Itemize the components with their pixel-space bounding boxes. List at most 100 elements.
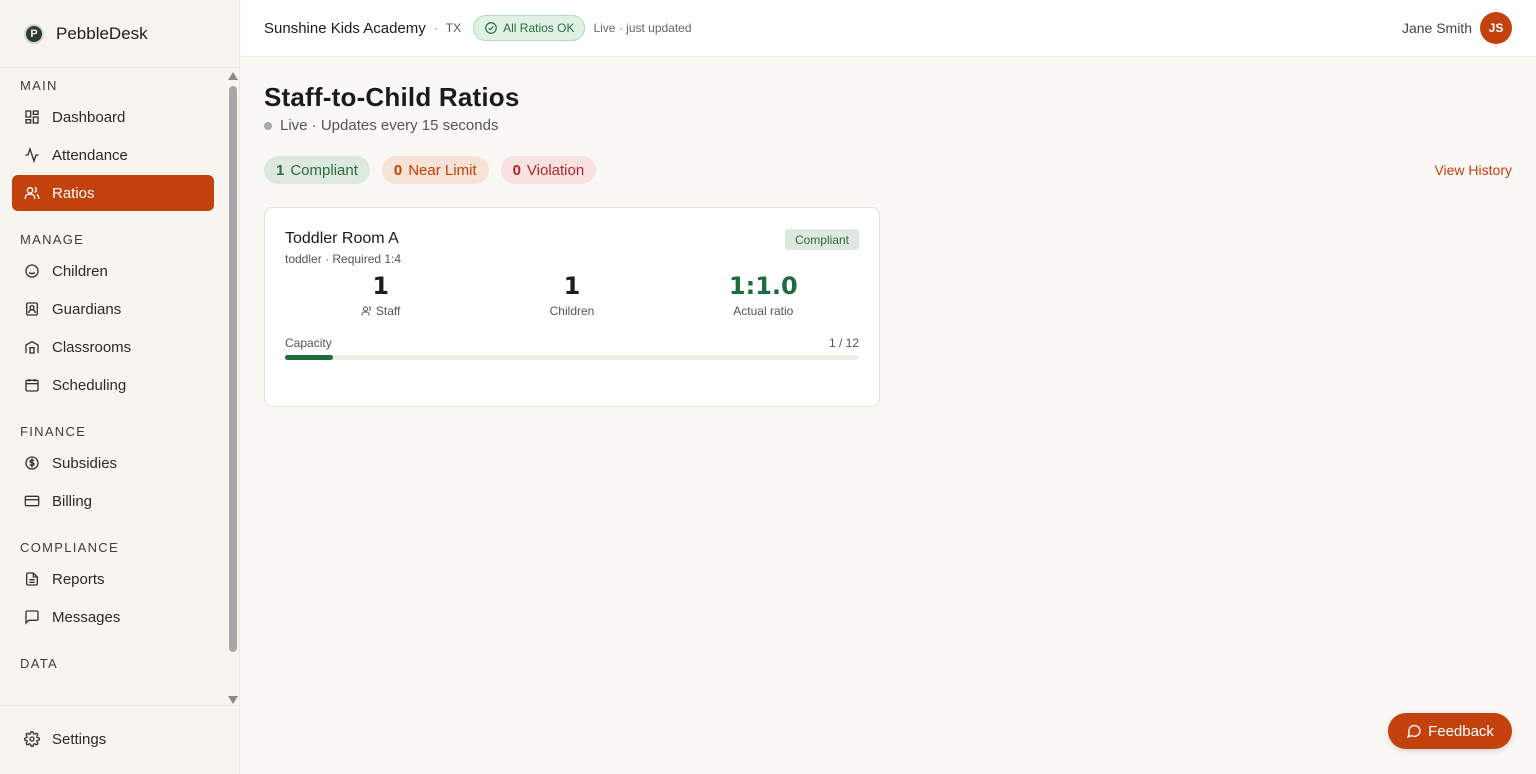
room-card[interactable]: Toddler Room A toddler · Required 1:4 Co…: [264, 207, 880, 407]
view-history-link[interactable]: View History: [1434, 162, 1512, 178]
sidebar-item-label: Subsidies: [52, 454, 118, 472]
sidebar: P PebbleDesk MAIN Dashboard Attendance R…: [0, 0, 240, 774]
actual-ratio: 1:1.0: [728, 272, 798, 300]
sidebar-item-label: Children: [52, 262, 108, 280]
sidebar-item-scheduling[interactable]: Scheduling: [12, 367, 214, 403]
room-subtitle: toddler · Required 1:4: [285, 252, 402, 266]
sidebar-item-label: Ratios: [52, 184, 95, 202]
gear-icon: [24, 731, 40, 747]
children-stat: 1 Children: [476, 272, 667, 318]
children-label: Children: [549, 304, 595, 318]
live-update-text: Live · just updated: [593, 21, 692, 35]
contact-icon: [26, 302, 38, 316]
live-status-text: Live · Updates every 15 seconds: [280, 117, 499, 134]
sidebar-footer: Settings: [0, 705, 240, 774]
building-icon: [25, 340, 39, 354]
sidebar-item-guardians[interactable]: Guardians: [12, 291, 214, 327]
sidebar-item-label: Settings: [52, 730, 107, 748]
scroll-up-icon[interactable]: [228, 72, 238, 80]
separator: ·: [433, 21, 438, 35]
ratio-stat: 1:1.0 Actual ratio: [668, 272, 859, 318]
users-icon: [24, 186, 40, 199]
live-status: Live · Updates every 15 seconds: [264, 117, 1512, 134]
sidebar-item-label: Messages: [52, 608, 121, 626]
avatar[interactable]: JS: [1480, 12, 1512, 44]
user-name: Jane Smith: [1401, 20, 1472, 36]
ratio-status-badge: All Ratios OK: [473, 15, 586, 41]
sidebar-item-label: Attendance: [52, 146, 128, 164]
feedback-label: Feedback: [1428, 722, 1494, 740]
topbar: Sunshine Kids Academy · TX All Ratios OK…: [241, 0, 1536, 57]
smile-icon: [25, 264, 39, 278]
main-content: Staff-to-Child Ratios Live · Updates eve…: [264, 57, 1512, 407]
violation-chip[interactable]: 0 Violation: [500, 156, 597, 184]
children-count: 1: [563, 272, 581, 300]
sidebar-item-attendance[interactable]: Attendance: [12, 137, 214, 173]
sidebar-item-messages[interactable]: Messages: [12, 599, 214, 635]
dashboard-icon: [25, 110, 39, 124]
compliant-chip[interactable]: 1 Compliant: [264, 156, 370, 184]
page-title: Staff-to-Child Ratios: [264, 82, 520, 112]
sidebar-item-label: Classrooms: [52, 338, 132, 356]
capacity-label: Capacity: [285, 336, 332, 350]
room-stats: 1 Staff 1 Children 1:1.0 Actual ratio: [285, 272, 859, 318]
room-name: Toddler Room A: [285, 230, 399, 247]
user-menu[interactable]: Jane Smith JS: [1402, 12, 1512, 44]
near-limit-count: 0: [393, 161, 403, 179]
sidebar-item-label: Billing: [52, 492, 93, 510]
staff-stat: 1 Staff: [285, 272, 476, 318]
actual-ratio-label: Actual ratio: [733, 304, 794, 318]
staff-count: 1: [372, 272, 390, 300]
capacity-bar: [285, 355, 859, 360]
violation-count: 0: [512, 161, 521, 179]
brand-name: PebbleDesk: [56, 23, 148, 43]
staff-label-row: Staff: [285, 304, 476, 318]
credit-card-icon: [24, 495, 40, 507]
violation-label: Violation: [526, 161, 585, 179]
brand-logo-icon: P: [24, 23, 44, 44]
capacity-row: Capacity 1 / 12: [285, 336, 859, 350]
scroll-thumb[interactable]: [229, 86, 237, 652]
scroll-down-icon[interactable]: [228, 696, 238, 704]
compliant-label: Compliant: [290, 161, 358, 179]
sidebar-item-reports[interactable]: Reports: [12, 561, 214, 597]
nav-section-main: MAIN: [20, 78, 58, 93]
dollar-icon: [25, 456, 39, 470]
nav-section-finance: FINANCE: [20, 424, 87, 439]
sidebar-item-dashboard[interactable]: Dashboard: [12, 99, 214, 135]
sidebar-item-label: Scheduling: [52, 376, 127, 394]
org-state: TX: [445, 21, 462, 35]
near-limit-chip[interactable]: 0 Near Limit: [381, 156, 489, 184]
sidebar-item-label: Guardians: [52, 300, 122, 318]
sidebar-item-billing[interactable]: Billing: [12, 483, 214, 519]
sidebar-item-children[interactable]: Children: [12, 253, 214, 289]
sidebar-item-subsidies[interactable]: Subsidies: [12, 445, 214, 481]
compliant-count: 1: [276, 161, 285, 179]
sidebar-item-ratios[interactable]: Ratios: [12, 175, 214, 211]
nav-section-data: DATA: [20, 656, 58, 671]
message-icon: [25, 610, 39, 625]
check-circle-icon: [485, 22, 497, 34]
feedback-button[interactable]: Feedback: [1388, 713, 1512, 749]
sidebar-item-label: Dashboard: [52, 108, 126, 126]
near-limit-label: Near Limit: [408, 161, 477, 179]
sidebar-item-label: Reports: [52, 570, 105, 588]
status-badge: Compliant: [784, 229, 859, 250]
live-dot-icon: [264, 121, 272, 130]
brand[interactable]: P PebbleDesk: [0, 0, 239, 68]
staff-label: Staff: [375, 304, 401, 318]
users-icon: [361, 306, 371, 316]
sidebar-scrollbar[interactable]: [226, 72, 240, 704]
nav-section-compliance: COMPLIANCE: [20, 540, 119, 555]
org-name[interactable]: Sunshine Kids Academy: [264, 20, 426, 37]
nav-section-manage: MANAGE: [20, 232, 85, 247]
capacity-value: 1 / 12: [828, 336, 859, 350]
sidebar-item-settings[interactable]: Settings: [12, 721, 228, 757]
calendar-icon: [25, 379, 39, 392]
summary-row: 1 Compliant 0 Near Limit 0 Violation Vie…: [264, 156, 1512, 184]
sidebar-item-classrooms[interactable]: Classrooms: [12, 329, 214, 365]
capacity-bar-fill: [285, 355, 333, 360]
sidebar-nav: MAIN Dashboard Attendance Ratios MANAGE …: [0, 69, 226, 705]
message-icon: [1406, 724, 1421, 739]
activity-icon: [25, 147, 39, 163]
